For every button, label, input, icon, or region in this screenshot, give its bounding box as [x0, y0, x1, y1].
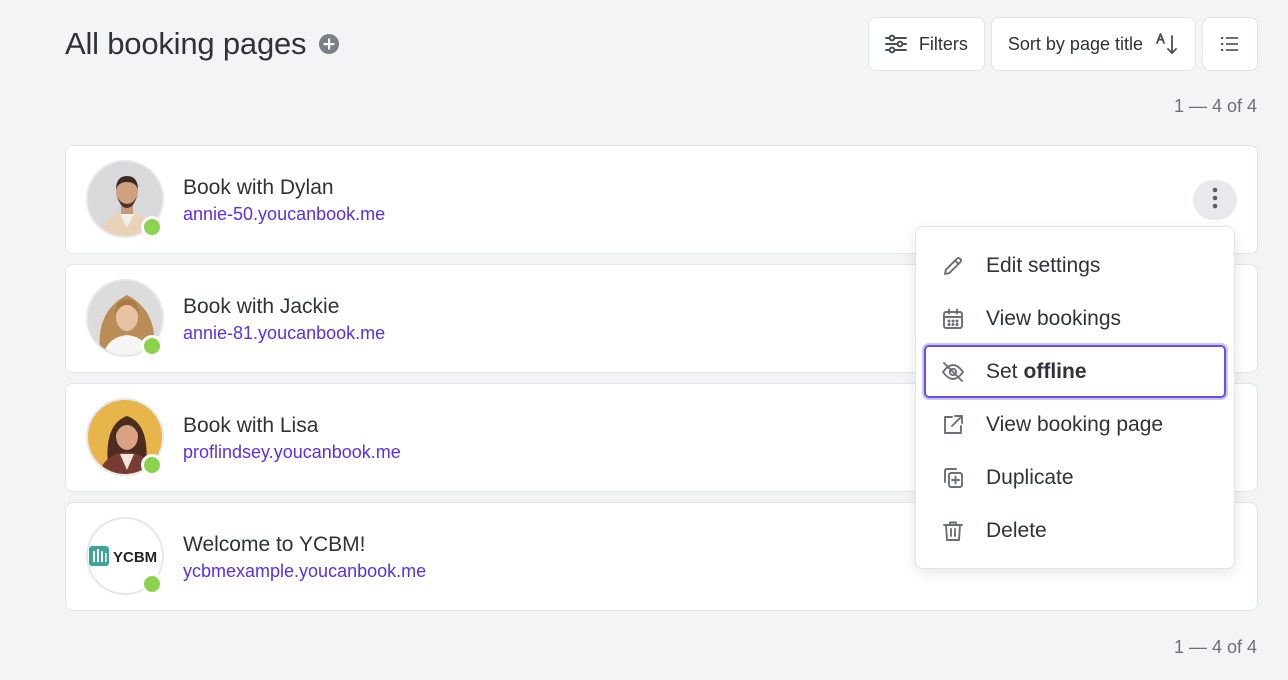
- online-status-dot: [141, 335, 163, 357]
- filters-label: Filters: [918, 33, 968, 54]
- booking-page-title: Book with Dylan: [183, 176, 334, 199]
- sliders-icon: [884, 34, 907, 54]
- online-status-dot: [141, 573, 163, 595]
- menu-item-label: View booking page: [986, 412, 1164, 436]
- menu-item-delete[interactable]: Delete: [916, 504, 1234, 557]
- booking-page-link[interactable]: proflindsey.youcanbook.me: [183, 442, 401, 463]
- calendar-icon: [940, 306, 966, 332]
- booking-page-title: Welcome to YCBM!: [183, 533, 366, 556]
- menu-item-view-booking-page[interactable]: View booking page: [916, 398, 1234, 451]
- pencil-icon: [940, 253, 966, 279]
- eye-off-icon: [940, 359, 966, 385]
- external-link-icon: [940, 412, 966, 438]
- menu-item-label: Duplicate: [986, 465, 1074, 489]
- pagination-summary-bottom: 1 — 4 of 4: [1173, 637, 1257, 657]
- menu-item-label-bold: offline: [1023, 359, 1087, 383]
- kebab-menu-icon: [1212, 187, 1218, 214]
- menu-item-edit-settings[interactable]: Edit settings: [916, 239, 1234, 292]
- filters-button[interactable]: Filters: [867, 17, 985, 71]
- menu-item-label: View bookings: [986, 306, 1122, 330]
- booking-page-actions-menu: Edit settings View bookings Set offline V…: [915, 226, 1235, 569]
- booking-page-title: Book with Jackie: [183, 295, 340, 318]
- menu-item-label: Edit settings: [986, 253, 1101, 277]
- sort-alpha-icon: [1155, 32, 1179, 56]
- toolbar: Filters Sort by page title: [867, 17, 1258, 71]
- booking-page-link[interactable]: annie-50.youcanbook.me: [183, 204, 385, 225]
- list-view-button[interactable]: [1202, 17, 1258, 71]
- menu-item-duplicate[interactable]: Duplicate: [916, 451, 1234, 504]
- duplicate-icon: [940, 465, 966, 491]
- menu-item-view-bookings[interactable]: View bookings: [916, 292, 1234, 345]
- sort-label: Sort by page title: [1007, 33, 1143, 54]
- list-view-icon: [1220, 35, 1240, 53]
- online-status-dot: [141, 454, 163, 476]
- plus-circle-icon[interactable]: [318, 33, 340, 55]
- sort-button[interactable]: Sort by page title: [990, 17, 1196, 71]
- page-header: All booking pages: [65, 24, 340, 64]
- booking-page-title: Book with Lisa: [183, 414, 319, 437]
- menu-item-set-offline[interactable]: Set offline: [916, 345, 1234, 398]
- online-status-dot: [141, 216, 163, 238]
- booking-page-link[interactable]: ycbmexample.youcanbook.me: [183, 561, 426, 582]
- menu-item-label: Delete: [986, 518, 1047, 542]
- trash-icon: [940, 518, 966, 544]
- svg-text:YCBM: YCBM: [113, 549, 157, 566]
- pagination-summary: 1 — 4 of 4: [1173, 96, 1257, 116]
- more-options-button[interactable]: [1193, 180, 1237, 220]
- booking-page-link[interactable]: annie-81.youcanbook.me: [183, 323, 385, 344]
- page-title: All booking pages: [65, 26, 307, 61]
- menu-item-label: Set: [986, 359, 1018, 383]
